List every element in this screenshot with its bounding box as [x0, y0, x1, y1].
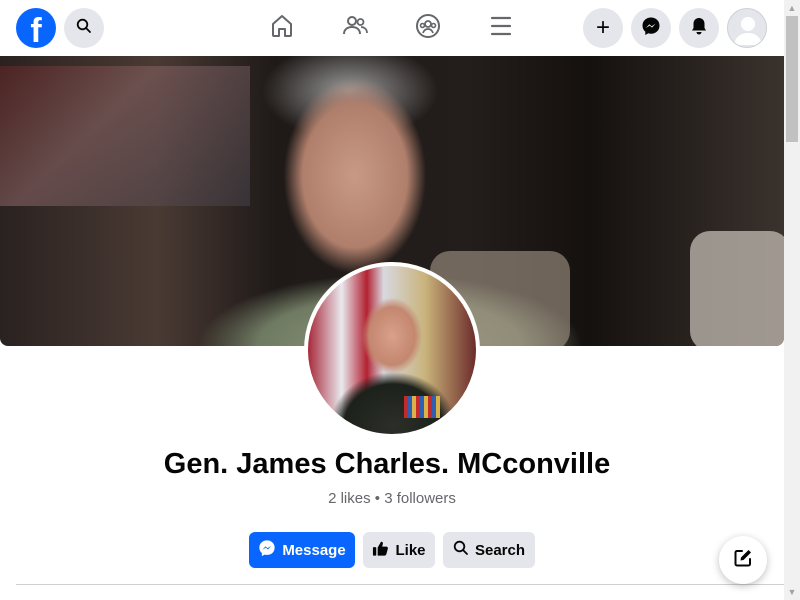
bell-icon [689, 16, 709, 41]
create-button[interactable]: + [583, 8, 623, 48]
search-icon [76, 18, 92, 39]
scroll-thumb[interactable] [786, 16, 798, 142]
menu-icon [489, 14, 513, 43]
avatar-icon [728, 17, 766, 47]
like-button-label: Like [395, 541, 426, 559]
section-divider [16, 584, 784, 585]
facebook-logo[interactable]: f [16, 8, 56, 48]
scroll-up-arrow[interactable]: ▲ [784, 0, 800, 16]
search-button-label: Search [474, 541, 526, 559]
like-button[interactable]: Like [363, 532, 435, 568]
messenger-icon [258, 539, 276, 561]
thumbs-up-icon [372, 540, 389, 561]
cover-background-sign [0, 66, 250, 206]
search-icon [453, 540, 469, 560]
plus-icon: + [595, 14, 610, 41]
profile-picture[interactable] [304, 262, 480, 438]
cover-background-chair [690, 231, 784, 346]
home-icon [269, 13, 295, 44]
profile-name: Gen. James Charles. MCconville [163, 448, 611, 480]
top-navigation-bar: f + [0, 0, 784, 56]
groups-tab[interactable] [414, 13, 442, 44]
message-button-label: Message [282, 541, 346, 559]
scroll-down-arrow[interactable]: ▼ [784, 584, 800, 600]
profile-stats[interactable]: 2 likes • 3 followers [0, 490, 784, 507]
search-button[interactable] [64, 8, 104, 48]
compose-icon [733, 548, 753, 573]
new-message-button[interactable] [719, 536, 767, 584]
search-profile-button[interactable]: Search [443, 532, 535, 568]
notifications-button[interactable] [679, 8, 719, 48]
messenger-icon [641, 16, 661, 41]
menu-tab[interactable] [487, 14, 515, 42]
message-button[interactable]: Message [249, 532, 355, 568]
friends-tab[interactable] [341, 14, 369, 42]
messenger-button[interactable] [631, 8, 671, 48]
page-scrollbar[interactable]: ▲ ▼ [784, 0, 800, 600]
home-tab[interactable] [268, 14, 296, 42]
groups-icon [415, 13, 441, 44]
account-button[interactable] [727, 8, 767, 48]
uniform-medals [404, 396, 440, 418]
friends-icon [342, 13, 368, 44]
